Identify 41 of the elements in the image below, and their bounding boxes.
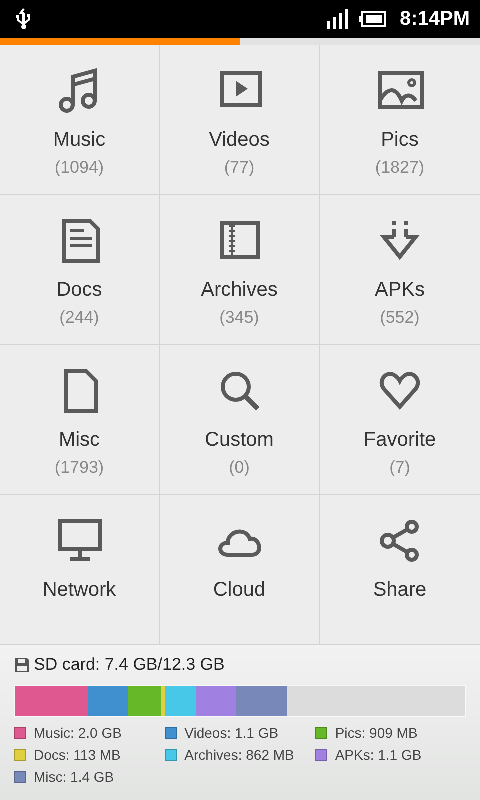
clock-time: 8:14PM (400, 8, 470, 30)
file-count: (345) (220, 308, 260, 328)
category-label: Music (53, 129, 106, 152)
category-label: Archives (201, 279, 278, 302)
storage-title: SD card: 7.4 GB/12.3 GB (34, 655, 225, 675)
legend-label: APKs: 1.1 GB (335, 747, 422, 763)
legend-label: Misc: 1.4 GB (34, 769, 114, 785)
file-count: (1793) (54, 458, 104, 478)
file-count: (244) (60, 308, 100, 328)
file-count: (0) (229, 458, 250, 478)
battery-icon (358, 11, 386, 27)
category-label: Docs (56, 279, 102, 302)
file-count: (552) (380, 308, 420, 328)
category-label: APKs (374, 279, 426, 302)
sd-card-icon (14, 657, 30, 673)
category-tile[interactable]: Cloud (160, 495, 320, 645)
category-tile[interactable]: Videos (77) (160, 45, 320, 195)
category-label: Favorite (364, 429, 436, 452)
category-tile[interactable]: Docs (244) (0, 195, 160, 345)
legend-label: Videos: 1.1 GB (184, 725, 279, 741)
category-label: Videos (209, 129, 270, 152)
category-tile[interactable]: Network (0, 495, 160, 645)
signal-icon (326, 9, 348, 29)
category-tile[interactable]: Custom (0) (160, 345, 320, 495)
legend-label: Music: 2.0 GB (34, 725, 122, 741)
category-label: Share (373, 579, 427, 602)
category-label: Custom (205, 429, 274, 452)
legend-label: Pics: 909 MB (335, 725, 418, 741)
category-label: Network (42, 579, 116, 602)
category-label: Pics (381, 129, 419, 152)
category-label: Misc (58, 429, 100, 452)
file-count: (7) (390, 458, 410, 478)
file-count: (77) (224, 158, 255, 178)
legend-label: Archives: 862 MB (184, 747, 294, 763)
file-count: (1094) (54, 158, 104, 178)
legend-label: Docs: 113 MB (34, 747, 121, 763)
category-tile[interactable]: Archives (345) (160, 195, 320, 345)
category-tile[interactable]: Misc (1793) (0, 345, 160, 495)
file-count: (1827) (375, 158, 425, 178)
category-tile[interactable]: Music (1094) (0, 45, 160, 195)
category-label: Cloud (213, 579, 266, 602)
